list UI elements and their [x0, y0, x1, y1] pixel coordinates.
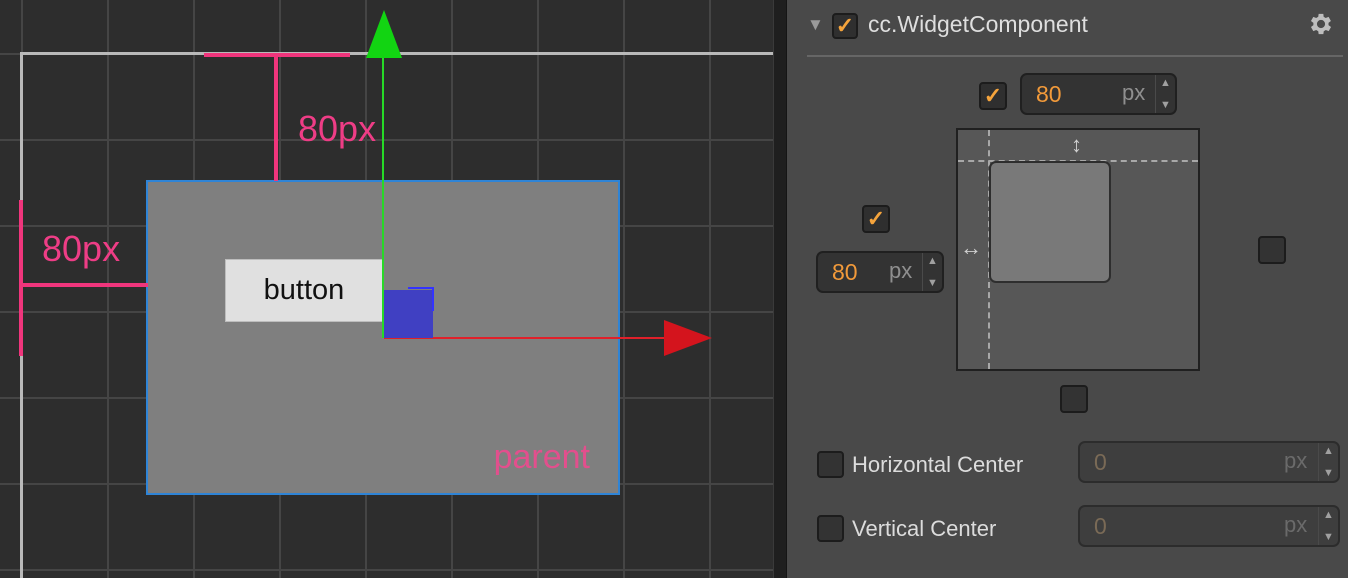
horizontal-center-unit: px	[1284, 448, 1308, 473]
check-icon: ✓	[983, 83, 1003, 108]
chevron-down-icon[interactable]: ▼	[1160, 100, 1171, 111]
parent-label: parent	[493, 438, 590, 476]
top-offset-input[interactable]: 80 px ▲ ▼	[1020, 73, 1177, 115]
button-node-label: button	[263, 274, 345, 306]
preview-node-box	[989, 161, 1111, 283]
chevron-up-icon[interactable]: ▲	[1323, 446, 1334, 457]
chevron-up-icon[interactable]: ▲	[1323, 510, 1334, 521]
horizontal-center-stepper[interactable]: ▲ ▼	[1318, 443, 1338, 481]
top-margin-label: 80px	[298, 108, 377, 149]
top-margin-line	[274, 57, 278, 181]
vertical-center-checkbox[interactable]	[817, 515, 844, 542]
panel-splitter[interactable]	[773, 0, 787, 578]
chevron-up-icon[interactable]: ▲	[927, 256, 938, 267]
header-separator	[807, 55, 1343, 57]
top-offset-stepper[interactable]: ▲ ▼	[1155, 75, 1175, 113]
left-align-checkbox[interactable]: ✓	[862, 205, 890, 233]
anchor-corner-icon	[408, 287, 434, 311]
left-offset-input[interactable]: 80 px ▲ ▼	[816, 251, 944, 293]
chevron-down-icon[interactable]: ▼	[1323, 532, 1334, 543]
vertical-resize-icon: ↕	[1071, 132, 1082, 157]
inspector-panel: ▼ ✓ cc.WidgetComponent ✓ 80 px ▲ ▼ ↕ ↔ ✓…	[787, 0, 1348, 578]
button-node[interactable]: button	[225, 259, 383, 322]
left-margin-line	[23, 283, 148, 287]
fold-arrow-icon[interactable]: ▼	[807, 15, 824, 35]
x-axis-arrow-icon[interactable]	[664, 320, 712, 356]
gear-icon[interactable]	[1307, 10, 1335, 38]
check-icon: ✓	[866, 206, 886, 231]
chevron-down-icon[interactable]: ▼	[1323, 468, 1334, 479]
horizontal-center-checkbox[interactable]	[817, 451, 844, 478]
horizontal-center-input[interactable]: 0 px ▲ ▼	[1078, 441, 1340, 483]
vertical-center-label: Vertical Center	[852, 516, 997, 541]
left-margin-label: 80px	[42, 228, 121, 269]
horizontal-resize-icon: ↔	[960, 235, 982, 260]
left-margin-bar	[19, 200, 23, 356]
right-align-checkbox[interactable]	[1258, 236, 1286, 264]
component-title: cc.WidgetComponent	[868, 11, 1088, 37]
left-offset-value: 80	[832, 259, 858, 285]
horizontal-center-label: Horizontal Center	[852, 452, 1024, 477]
vertical-center-value: 0	[1094, 513, 1107, 539]
scene-view[interactable]: parent button 80px 80px	[0, 0, 773, 578]
bottom-align-checkbox[interactable]	[1060, 385, 1088, 413]
component-enabled-checkbox[interactable]: ✓	[832, 13, 858, 39]
vertical-center-input[interactable]: 0 px ▲ ▼	[1078, 505, 1340, 547]
left-offset-unit: px	[889, 258, 913, 283]
top-offset-value: 80	[1036, 81, 1062, 107]
vertical-center-unit: px	[1284, 512, 1308, 537]
alignment-preview: ↕ ↔	[956, 128, 1200, 371]
left-offset-stepper[interactable]: ▲ ▼	[922, 253, 942, 291]
check-icon: ✓	[835, 13, 855, 38]
vertical-center-stepper[interactable]: ▲ ▼	[1318, 507, 1338, 545]
chevron-down-icon[interactable]: ▼	[927, 278, 938, 289]
y-axis-arrow-icon[interactable]	[366, 10, 402, 58]
horizontal-center-value: 0	[1094, 449, 1107, 475]
chevron-up-icon[interactable]: ▲	[1160, 78, 1171, 89]
component-header[interactable]: ▼ ✓ cc.WidgetComponent	[787, 0, 1348, 56]
top-align-checkbox[interactable]: ✓	[979, 82, 1007, 110]
top-offset-unit: px	[1122, 80, 1146, 105]
